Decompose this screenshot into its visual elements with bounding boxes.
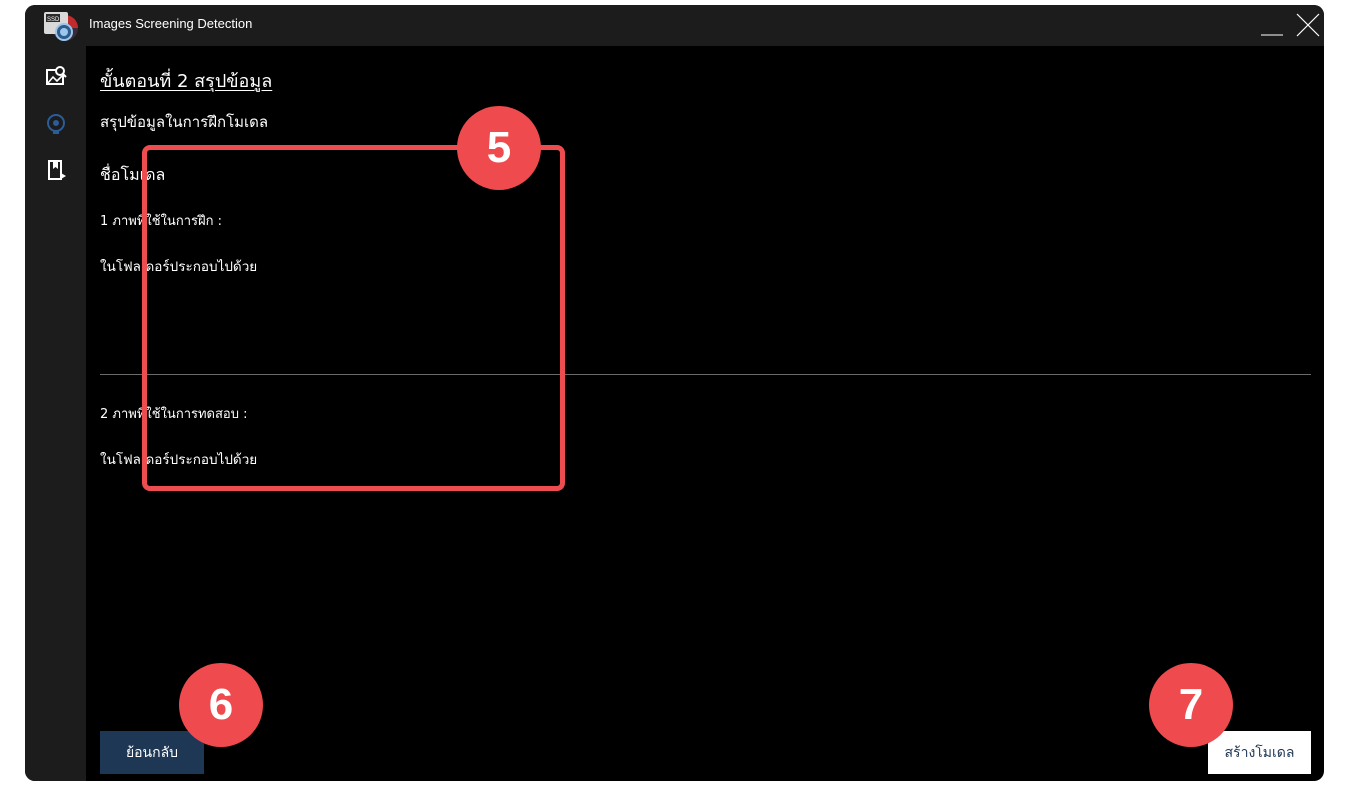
- image-search-icon[interactable]: [45, 65, 67, 87]
- app-logo-icon: SSD: [44, 12, 78, 41]
- annotation-badge-5: 5: [457, 106, 541, 190]
- brain-icon[interactable]: [45, 113, 67, 135]
- summary-heading: สรุปข้อมูลในการฝึกโมเดล: [100, 113, 269, 131]
- close-icon[interactable]: [1296, 13, 1320, 37]
- back-button[interactable]: ย้อนกลับ: [100, 731, 204, 774]
- annotation-highlight-box: [142, 145, 565, 491]
- page-title: ขั้นตอนที่ 2 สรุปข้อมูล: [100, 71, 273, 92]
- create-model-button[interactable]: สร้างโมเดล: [1208, 731, 1311, 774]
- app-logo-text: SSD: [47, 17, 60, 23]
- main-content: ขั้นตอนที่ 2 สรุปข้อมูล สรุปข้อมูลในการฝ…: [86, 46, 1324, 781]
- sidebar: [25, 46, 86, 781]
- title-bar: SSD Images Screening Detection: [25, 5, 1324, 46]
- bookmark-play-icon[interactable]: [45, 159, 67, 181]
- annotation-badge-6: 6: [179, 663, 263, 747]
- window-title: Images Screening Detection: [89, 16, 253, 31]
- minimize-icon[interactable]: [1261, 17, 1283, 37]
- annotation-badge-7: 7: [1149, 663, 1233, 747]
